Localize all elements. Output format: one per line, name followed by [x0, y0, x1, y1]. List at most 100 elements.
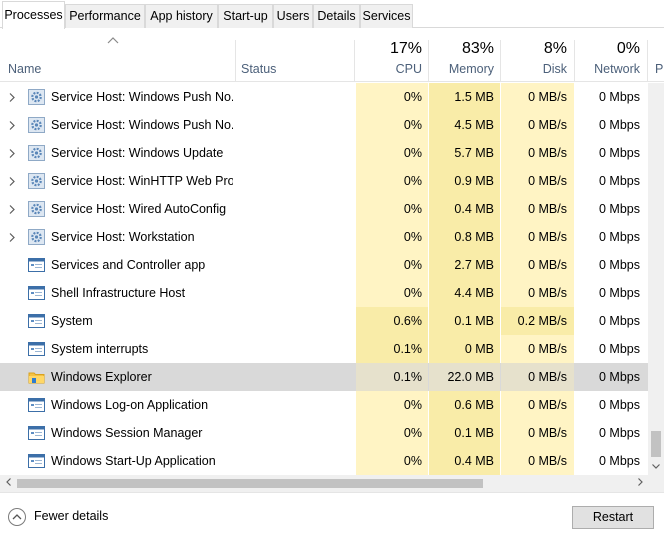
network-value: 0 Mbps [599, 258, 640, 272]
memory-value: 1.5 MB [454, 90, 494, 104]
network-value: 0 Mbps [599, 174, 640, 188]
cpu-value: 0% [403, 202, 422, 216]
scroll-right-arrow-icon[interactable] [632, 475, 648, 492]
cpu-value: 0% [403, 258, 422, 272]
cpu-value: 0.1% [393, 370, 423, 384]
sort-ascending-icon [107, 36, 119, 44]
table-row[interactable]: Windows Start-Up Application 0% 0.4 MB 0 MB… [0, 447, 648, 475]
table-row[interactable]: Service Host: Wired AutoConfig 0% 0.4 MB 0 … [0, 195, 648, 223]
network-value: 0 Mbps [599, 454, 640, 468]
column-divider[interactable] [354, 40, 355, 81]
table-row[interactable]: Service Host: Workstation 0% 0.8 MB 0 MB/s 0… [0, 223, 648, 251]
column-divider[interactable] [428, 40, 429, 81]
network-value: 0 Mbps [599, 342, 640, 356]
scrollbar-corner [648, 475, 664, 492]
network-value: 0 Mbps [599, 426, 640, 440]
horizontal-scrollbar[interactable] [0, 475, 648, 492]
table-row[interactable]: Service Host: Windows Push No... 0% 1.5 MB… [0, 83, 648, 111]
disk-value: 0 MB/s [528, 118, 567, 132]
memory-value: 0.4 MB [454, 454, 494, 468]
window-icon [28, 425, 45, 441]
chevron-up-icon[interactable] [8, 508, 26, 526]
scroll-left-arrow-icon[interactable] [0, 475, 16, 492]
restart-button[interactable]: Restart [572, 506, 654, 529]
horizontal-scroll-thumb[interactable] [17, 479, 483, 488]
column-network[interactable]: Network [576, 62, 640, 76]
process-name: Service Host: Workstation [51, 230, 195, 244]
column-power-partial[interactable]: P [655, 62, 663, 76]
network-total-pct: 0% [616, 40, 640, 57]
chevron-right-icon[interactable] [6, 195, 18, 223]
chevron-right-icon[interactable] [6, 139, 18, 167]
memory-value: 2.7 MB [454, 258, 494, 272]
tab-users[interactable]: Users [273, 4, 313, 28]
column-disk[interactable]: Disk [502, 62, 567, 76]
disk-value: 0 MB/s [528, 342, 567, 356]
cpu-value: 0% [403, 454, 422, 468]
memory-value: 0 MB [464, 342, 494, 356]
disk-value: 0.2 MB/s [517, 314, 567, 328]
disk-value: 0 MB/s [528, 174, 567, 188]
network-value: 0 Mbps [599, 370, 640, 384]
column-memory[interactable]: Memory [430, 62, 494, 76]
fewer-details-link[interactable]: Fewer details [34, 509, 108, 523]
cpu-value: 0% [403, 90, 422, 104]
column-divider[interactable] [647, 40, 648, 81]
table-row[interactable]: Windows Log-on Application 0% 0.6 MB 0 MB/s… [0, 391, 648, 419]
memory-value: 4.4 MB [454, 286, 494, 300]
column-cpu[interactable]: CPU [356, 62, 422, 76]
vertical-scrollbar[interactable] [648, 83, 664, 475]
column-name[interactable]: Name [8, 62, 41, 76]
network-value: 0 Mbps [599, 202, 640, 216]
memory-value: 22.0 MB [447, 370, 494, 384]
network-value: 0 Mbps [599, 230, 640, 244]
table-row[interactable]: Services and Controller app 0% 2.7 MB 0 MB/… [0, 251, 648, 279]
scroll-down-arrow-icon[interactable] [648, 459, 664, 475]
process-name: Windows Session Manager [51, 426, 203, 440]
table-row[interactable]: Windows Session Manager 0% 0.1 MB 0 MB/s 0 M… [0, 419, 648, 447]
tab-start-up[interactable]: Start-up [218, 4, 273, 28]
gear-icon [28, 89, 45, 105]
disk-value: 0 MB/s [528, 146, 567, 160]
process-name: Service Host: Windows Push No... [51, 90, 233, 104]
gear-icon [28, 201, 45, 217]
process-name: System [51, 314, 93, 328]
column-status[interactable]: Status [241, 62, 276, 76]
process-name: Windows Log-on Application [51, 398, 209, 412]
table-row[interactable]: Shell Infrastructure Host 0% 4.4 MB 0 MB/s 0… [0, 279, 648, 307]
table-row[interactable]: Service Host: Windows Push No... 0% 4.5 MB… [0, 111, 648, 139]
cpu-total-pct: 17% [389, 40, 422, 57]
disk-value: 0 MB/s [528, 426, 567, 440]
cpu-value: 0% [403, 146, 422, 160]
gear-icon [28, 145, 45, 161]
table-row[interactable]: Service Host: Windows Update 0% 5.7 MB 0 MB… [0, 139, 648, 167]
table-row[interactable]: Service Host: WinHTTP Web Pro... 0% 0.9 MB… [0, 167, 648, 195]
tab-processes[interactable]: Processes [2, 1, 65, 29]
gear-icon [28, 173, 45, 189]
window-icon [28, 285, 45, 301]
table-row[interactable]: System 0.6% 0.1 MB 0.2 MB/s 0 Mbps [0, 307, 648, 335]
column-divider[interactable] [574, 40, 575, 81]
network-value: 0 Mbps [599, 90, 640, 104]
chevron-right-icon[interactable] [6, 111, 18, 139]
chevron-right-icon[interactable] [6, 223, 18, 251]
network-value: 0 Mbps [599, 314, 640, 328]
tab-performance[interactable]: Performance [65, 4, 145, 28]
table-row[interactable]: System interrupts 0.1% 0 MB 0 MB/s 0 Mbps [0, 335, 648, 363]
window-icon [28, 453, 45, 469]
disk-value: 0 MB/s [528, 370, 567, 384]
tab-details[interactable]: Details [313, 4, 360, 28]
column-divider[interactable] [500, 40, 501, 81]
gear-icon [28, 229, 45, 245]
network-value: 0 Mbps [599, 398, 640, 412]
chevron-right-icon[interactable] [6, 167, 18, 195]
tab-services[interactable]: Services [360, 4, 413, 28]
table-row[interactable]: Windows Explorer 0.1% 22.0 MB 0 MB/s 0 Mbps [0, 363, 648, 391]
disk-value: 0 MB/s [528, 286, 567, 300]
column-divider[interactable] [235, 40, 236, 81]
process-name: Shell Infrastructure Host [51, 286, 186, 300]
chevron-right-icon[interactable] [6, 83, 18, 111]
vertical-scroll-thumb[interactable] [651, 431, 661, 457]
memory-value: 0.8 MB [454, 230, 494, 244]
tab-app-history[interactable]: App history [145, 4, 218, 28]
